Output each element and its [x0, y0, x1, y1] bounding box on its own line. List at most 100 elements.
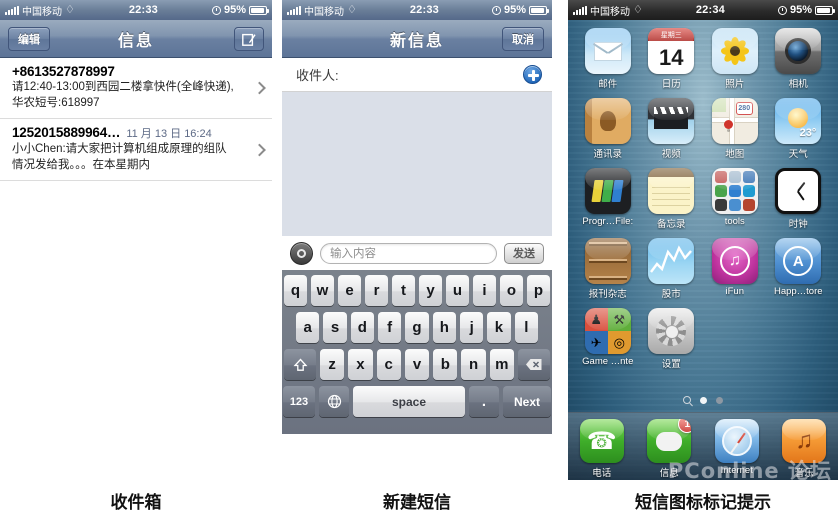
- dock-app-music[interactable]: ♫ 音乐: [782, 419, 827, 479]
- app-calendar[interactable]: 星期三 14 日历: [640, 28, 704, 90]
- signal-bars-icon: [5, 5, 19, 15]
- message-list[interactable]: +8613527878997 请12:40-13:00到西园二楼拿快件(全峰快递…: [0, 58, 272, 480]
- key-u[interactable]: u: [446, 275, 469, 306]
- key-p[interactable]: p: [527, 275, 550, 306]
- app-stocks[interactable]: 股市: [640, 238, 704, 300]
- shift-icon[interactable]: [284, 349, 317, 380]
- caption-badge-hint: 短信图标标记提示: [635, 493, 771, 513]
- key-n[interactable]: n: [461, 349, 486, 380]
- message-sender: +8613527878997: [12, 64, 115, 79]
- app-photos[interactable]: 照片: [703, 28, 767, 90]
- dock: ☎ 电话 1 信息 Internet ♫ 音乐: [568, 412, 838, 480]
- messages-icon: 1: [647, 419, 692, 463]
- table-row[interactable]: 1252015889964… 11 月 13 日 16:24 小小Chen:请大…: [0, 119, 272, 182]
- camera-icon[interactable]: [290, 241, 313, 265]
- dock-app-messages[interactable]: 1 信息: [647, 419, 692, 479]
- status-left: 中国移动 ♢: [5, 3, 75, 18]
- app-appstore[interactable]: A Happ…tore: [767, 238, 831, 300]
- key-o[interactable]: o: [500, 275, 523, 306]
- app-label: Happ…tore: [773, 286, 823, 297]
- key-c[interactable]: c: [376, 349, 401, 380]
- dock-app-safari[interactable]: Internet: [714, 419, 759, 476]
- app-notes[interactable]: 备忘录: [640, 168, 704, 230]
- key-e[interactable]: e: [338, 275, 361, 306]
- app-folder-tools[interactable]: tools: [703, 168, 767, 230]
- return-key[interactable]: Next: [503, 386, 551, 417]
- plus-icon[interactable]: [523, 65, 542, 84]
- app-label: 时钟: [788, 219, 808, 230]
- backspace-icon[interactable]: [517, 349, 550, 380]
- nav-bar-new-message: 新信息 取消: [282, 20, 552, 58]
- page-dot-2[interactable]: [716, 396, 723, 404]
- battery-icon: [815, 5, 835, 15]
- app-videos[interactable]: 视频: [640, 98, 704, 160]
- keyboard-row-3: z x c v b n m: [284, 349, 550, 380]
- key-j[interactable]: j: [459, 312, 484, 343]
- key-k[interactable]: k: [487, 312, 511, 343]
- key-q[interactable]: q: [284, 275, 307, 306]
- settings-icon: [648, 308, 695, 354]
- key-d[interactable]: d: [350, 312, 374, 343]
- app-weather[interactable]: 23° 天气: [767, 98, 831, 160]
- key-z[interactable]: z: [320, 349, 345, 380]
- message-header: +8613527878997: [12, 64, 248, 79]
- search-icon[interactable]: [683, 396, 691, 404]
- app-label: Internet: [720, 465, 753, 476]
- send-button[interactable]: 发送: [504, 242, 544, 264]
- key-m[interactable]: m: [489, 349, 514, 380]
- app-camera[interactable]: 相机: [767, 28, 831, 90]
- maps-icon: 280: [711, 98, 758, 144]
- app-settings[interactable]: 设置: [640, 308, 704, 370]
- key-h[interactable]: h: [432, 312, 456, 343]
- app-label: 邮件: [598, 79, 618, 90]
- table-row[interactable]: +8613527878997 请12:40-13:00到西园二楼拿快件(全峰快递…: [0, 58, 272, 120]
- app-label: 天气: [788, 149, 808, 160]
- app-label: 通讯录: [593, 149, 622, 160]
- key-l[interactable]: l: [514, 312, 538, 343]
- key-b[interactable]: b: [433, 349, 458, 380]
- keyboard-row-1: q w e r t y u i o p: [284, 275, 550, 306]
- key-g[interactable]: g: [405, 312, 429, 343]
- page-indicator[interactable]: [568, 396, 838, 404]
- app-program-files[interactable]: Progr…File:: [576, 168, 640, 230]
- key-r[interactable]: r: [365, 275, 388, 306]
- app-newsstand[interactable]: 报刊杂志: [576, 238, 640, 300]
- cancel-button[interactable]: 取消: [502, 27, 544, 51]
- page-dot-1[interactable]: [700, 396, 707, 404]
- edit-button[interactable]: 编辑: [8, 27, 50, 51]
- calendar-day: 14: [659, 44, 684, 70]
- appstore-icon: A: [775, 238, 822, 284]
- period-key[interactable]: .: [469, 386, 499, 417]
- key-i[interactable]: i: [473, 275, 496, 306]
- key-a[interactable]: a: [296, 312, 320, 343]
- message-input[interactable]: 输入内容: [320, 242, 497, 264]
- status-clock: 22:34: [695, 4, 725, 16]
- app-maps[interactable]: 280 地图: [703, 98, 767, 160]
- app-contacts[interactable]: 通讯录: [576, 98, 640, 160]
- space-key[interactable]: space: [353, 386, 465, 417]
- app-label: 报刊杂志: [588, 289, 627, 300]
- compose-button[interactable]: [234, 27, 264, 51]
- app-ifun[interactable]: ♫ iFun: [703, 238, 767, 300]
- alarm-clock-icon: [211, 5, 221, 15]
- app-mail[interactable]: 邮件: [576, 28, 640, 90]
- key-s[interactable]: s: [323, 312, 347, 343]
- key-f[interactable]: f: [378, 312, 402, 343]
- globe-icon[interactable]: [319, 386, 349, 417]
- numeric-mode-key[interactable]: 123: [283, 386, 315, 417]
- app-gamecenter[interactable]: ♟ ⚒ ✈ ◎ Game …nte: [576, 308, 640, 370]
- onscreen-keyboard[interactable]: q w e r t y u i o p a s d f g h j k l z …: [282, 270, 552, 434]
- key-v[interactable]: v: [404, 349, 430, 380]
- key-t[interactable]: t: [392, 275, 415, 306]
- key-x[interactable]: x: [348, 349, 373, 380]
- caption-new-sms: 新建短信: [383, 493, 451, 513]
- dock-app-phone[interactable]: ☎ 电话: [579, 419, 624, 479]
- stocks-icon: [648, 238, 695, 284]
- status-left: 中国移动 ♢: [573, 3, 643, 18]
- key-w[interactable]: w: [311, 275, 334, 306]
- recipient-label: 收件人:: [296, 68, 339, 83]
- app-label: 相机: [788, 79, 808, 90]
- recipient-row[interactable]: 收件人:: [282, 58, 552, 92]
- key-y[interactable]: y: [419, 275, 442, 306]
- app-clock[interactable]: 时钟: [767, 168, 831, 230]
